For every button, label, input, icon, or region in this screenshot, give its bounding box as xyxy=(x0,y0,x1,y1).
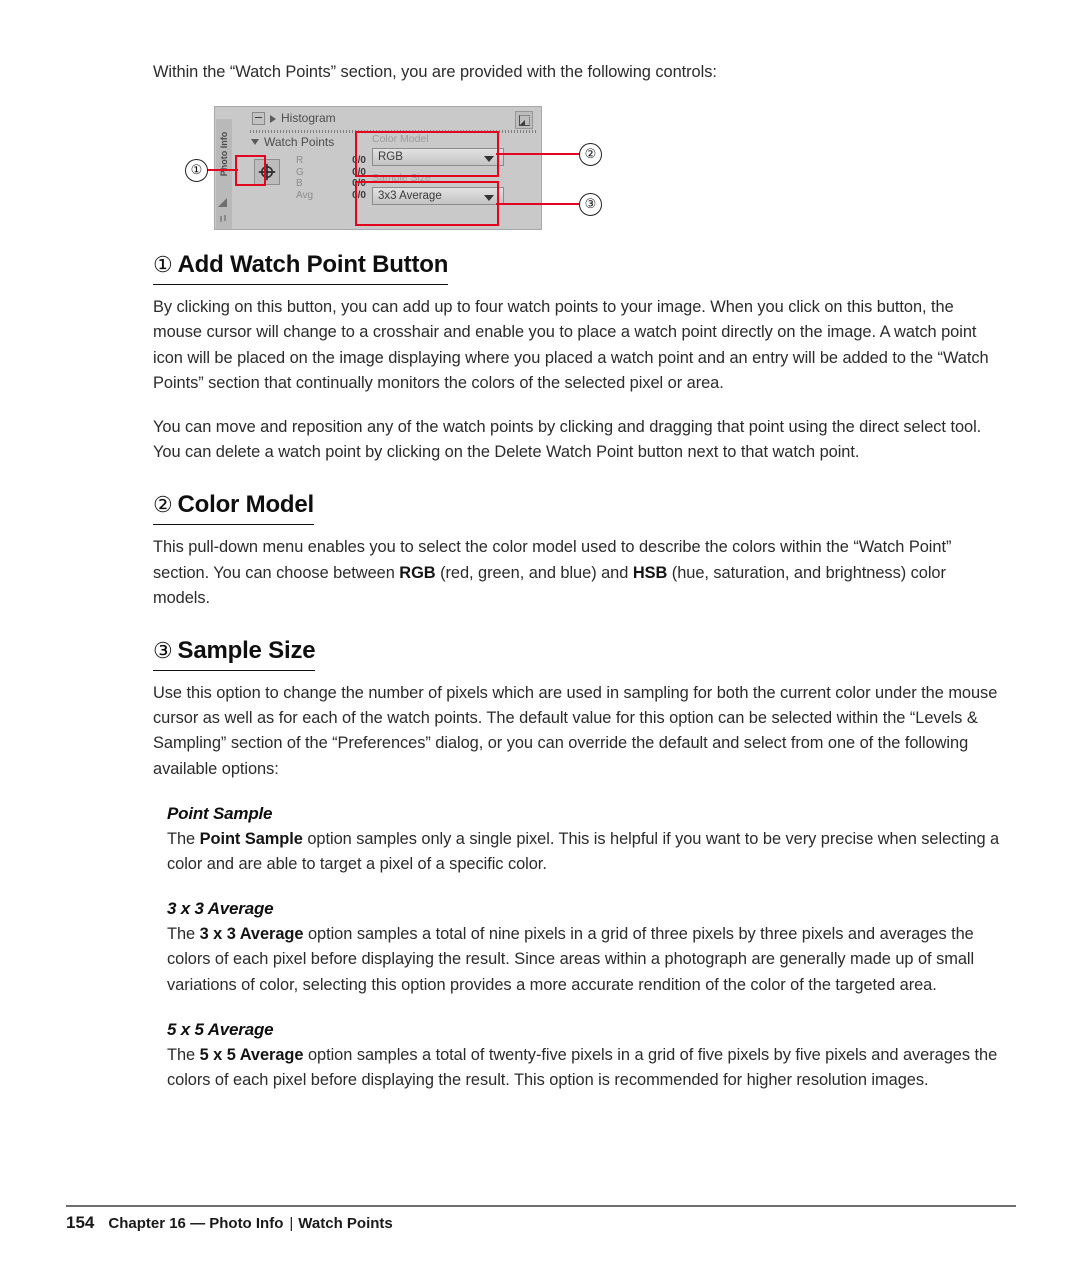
tab-resize-icon xyxy=(218,198,227,208)
section-1-marker: ① xyxy=(153,252,173,278)
callout-leader-line xyxy=(496,153,581,156)
callout-marker-1: ① xyxy=(185,159,208,183)
emphasized-term: 5 x 5 Average xyxy=(199,1045,304,1064)
section-1-heading: ① Add Watch Point Button xyxy=(153,251,449,286)
section-2-paragraph: This pull-down menu enables you to selec… xyxy=(153,535,1001,611)
chevron-right-icon[interactable] xyxy=(270,115,276,124)
text-run: The xyxy=(167,1045,200,1064)
chevron-down-icon[interactable] xyxy=(251,139,259,146)
photo-info-tab-label: Photo Info xyxy=(219,131,229,177)
page-content: Within the “Watch Points” section, you a… xyxy=(153,60,1001,1093)
section-2-heading-wrap: ② Color Model xyxy=(153,491,1001,535)
section-3-heading: ③ Sample Size xyxy=(153,637,316,672)
page-footer: 154 Chapter 16 — Photo Info | Watch Points xyxy=(66,1213,393,1233)
readout-channel: G xyxy=(296,166,304,178)
collapse-minus-icon[interactable] xyxy=(252,112,265,126)
option-2-title: 3 x 3 Average xyxy=(167,899,274,919)
callout-leader-line xyxy=(206,169,238,172)
option-3-title: 5 x 5 Average xyxy=(167,1019,274,1039)
footer-topic: Watch Points xyxy=(298,1215,393,1232)
histogram-header-row[interactable]: Histogram xyxy=(249,110,539,130)
emphasized-term: RGB xyxy=(399,563,436,582)
section-3-title: Sample Size xyxy=(177,637,316,665)
section-3-paragraph: Use this option to change the number of … xyxy=(153,684,998,778)
option-2-body: The 3 x 3 Average option samples a total… xyxy=(167,922,1001,998)
document-page: Within the “Watch Points” section, you a… xyxy=(0,0,1080,1270)
section-3-marker: ③ xyxy=(153,638,173,664)
callout-marker-3: ③ xyxy=(579,193,602,217)
text-run: The xyxy=(167,829,200,848)
text-run: (red, green, and blue) and xyxy=(435,563,633,582)
callout-marker-2: ② xyxy=(579,143,602,167)
option-3-body: The 5 x 5 Average option samples a total… xyxy=(167,1043,1001,1093)
section-1-paragraph-1: By clicking on this button, you can add … xyxy=(153,298,989,392)
watch-points-label: Watch Points xyxy=(264,135,335,150)
footer-page-number: 154 xyxy=(66,1213,95,1232)
section-2-marker: ② xyxy=(153,492,173,518)
footer-divider xyxy=(66,1205,1016,1207)
section-2-heading: ② Color Model xyxy=(153,491,315,526)
footer-separator: | xyxy=(289,1215,294,1232)
expand-panel-icon[interactable] xyxy=(515,111,533,130)
callout-leader-line xyxy=(496,203,581,206)
section-2-title: Color Model xyxy=(177,491,315,519)
highlight-box-sample-size xyxy=(355,181,499,227)
tab-grip-icon xyxy=(220,215,227,225)
emphasized-term: HSB xyxy=(632,563,668,582)
highlight-box-color-model xyxy=(355,131,499,178)
option-2-paragraph: The 3 x 3 Average option samples a total… xyxy=(167,922,1001,998)
section-1-heading-wrap: ① Add Watch Point Button xyxy=(153,251,1001,295)
emphasized-term: 3 x 3 Average xyxy=(199,925,304,944)
option-3-paragraph: The 5 x 5 Average option samples a total… xyxy=(167,1043,1001,1093)
emphasized-term: Point Sample xyxy=(199,829,303,848)
readout-channel: B xyxy=(296,178,303,190)
section-1-title: Add Watch Point Button xyxy=(177,251,449,279)
readout-channel: Avg xyxy=(296,189,314,201)
histogram-label: Histogram xyxy=(281,111,336,126)
highlight-box-add-watch-point xyxy=(235,155,266,187)
option-1-body: The Point Sample option samples only a s… xyxy=(167,827,1001,877)
text-run: The xyxy=(167,925,200,944)
intro-paragraph: Within the “Watch Points” section, you a… xyxy=(153,63,717,81)
watch-points-panel-figure: Photo Info Histogram Watch Points R 0/0 … xyxy=(181,104,641,239)
section-1-paragraph-2: You can move and reposition any of the w… xyxy=(153,418,982,462)
footer-chapter: Chapter 16 — Photo Info xyxy=(108,1215,284,1232)
photo-info-tab-strip[interactable]: Photo Info xyxy=(216,119,233,230)
readout-channel: R xyxy=(296,155,304,167)
option-1-paragraph: The Point Sample option samples only a s… xyxy=(167,827,1001,877)
section-3-heading-wrap: ③ Sample Size xyxy=(153,637,1001,681)
option-1-title: Point Sample xyxy=(167,803,273,823)
